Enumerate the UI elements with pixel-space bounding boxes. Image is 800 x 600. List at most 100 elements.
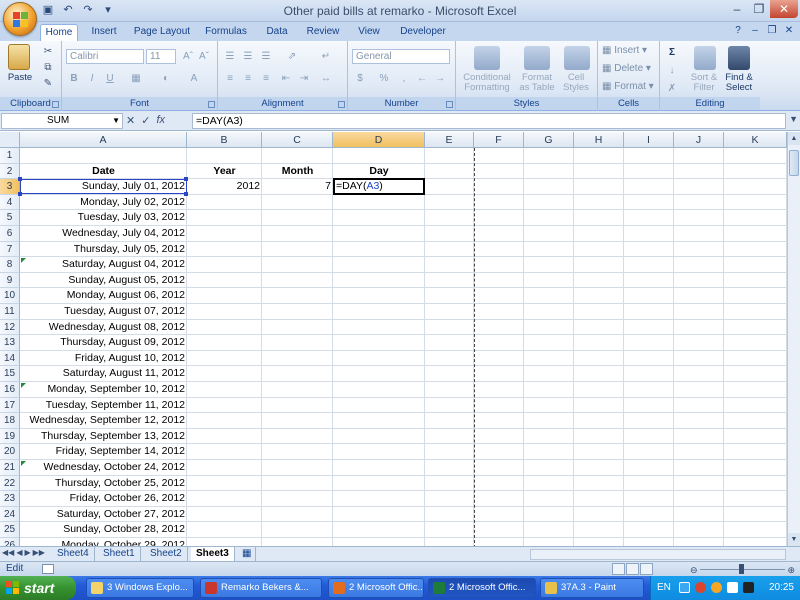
- align-middle-icon[interactable]: ☰: [240, 49, 256, 64]
- align-left-icon[interactable]: ≡: [222, 71, 238, 86]
- task-microsoft-office-2[interactable]: 2 Microsoft Offic...: [428, 578, 536, 598]
- cell-date[interactable]: Thursday, July 05, 2012: [20, 242, 187, 257]
- cell-date[interactable]: Thursday, September 13, 2012: [20, 429, 187, 444]
- row-header-6[interactable]: 6: [0, 226, 20, 242]
- delete-cells-button[interactable]: ▦ Delete ▾: [602, 63, 651, 74]
- row-header-16[interactable]: 16: [0, 382, 20, 398]
- tray-network-icon[interactable]: [727, 582, 738, 593]
- task-remarko-bekers[interactable]: Remarko Bekers &...: [200, 578, 322, 598]
- insert-cells-button[interactable]: ▦ Insert ▾: [602, 45, 647, 56]
- cancel-icon[interactable]: ✕: [126, 114, 135, 127]
- copy-icon[interactable]: ⧉: [40, 60, 56, 75]
- insert-function-icon[interactable]: fx: [156, 114, 165, 127]
- cell-c2-month-header[interactable]: Month: [262, 164, 333, 179]
- task-paint[interactable]: 37A.3 - Paint: [540, 578, 644, 598]
- error-indicator-icon[interactable]: [21, 461, 26, 466]
- last-sheet-icon[interactable]: ▶▶: [33, 548, 45, 557]
- active-cell-d3-editor[interactable]: =DAY(A3): [333, 178, 425, 196]
- row-header-7[interactable]: 7: [0, 241, 20, 258]
- column-header-a[interactable]: A: [20, 132, 187, 148]
- percent-icon[interactable]: %: [376, 71, 392, 86]
- column-header-g[interactable]: G: [524, 132, 574, 148]
- sort-filter-button[interactable]: Sort & Filter: [686, 73, 722, 93]
- cell-date[interactable]: Tuesday, August 07, 2012: [20, 304, 187, 319]
- row-header-2[interactable]: 2: [0, 163, 20, 180]
- comma-style-icon[interactable]: ,: [396, 71, 412, 86]
- close-icon[interactable]: ✕: [770, 0, 798, 18]
- sheet-tab-sheet1[interactable]: Sheet1: [98, 547, 141, 561]
- font-size-box[interactable]: 11: [146, 49, 176, 64]
- font-name-box[interactable]: Calibri: [66, 49, 144, 64]
- row-header-21[interactable]: 21: [0, 460, 20, 476]
- tab-view[interactable]: View: [354, 24, 384, 41]
- tray-app-icon[interactable]: [679, 582, 690, 593]
- increase-indent-icon[interactable]: ⇥: [296, 71, 312, 86]
- ribbon-restore-icon[interactable]: ❐: [765, 24, 779, 38]
- cell-styles-button[interactable]: Cell Styles: [558, 73, 594, 93]
- task-windows-explorer[interactable]: 3 Windows Explo...: [86, 578, 194, 598]
- start-button[interactable]: start: [0, 576, 76, 600]
- row-header-20[interactable]: 20: [0, 444, 20, 460]
- cell-date[interactable]: Saturday, October 27, 2012: [20, 507, 187, 522]
- tab-developer[interactable]: Developer: [398, 24, 448, 41]
- zoom-knob[interactable]: [739, 564, 744, 574]
- cell-b3-year[interactable]: 2012: [187, 179, 262, 194]
- range-handle[interactable]: [184, 177, 188, 182]
- align-right-icon[interactable]: ≡: [258, 71, 274, 86]
- tab-review[interactable]: Review: [304, 24, 342, 41]
- sheet-tab-sheet4[interactable]: Sheet4: [52, 547, 95, 561]
- task-microsoft-office-1[interactable]: 2 Microsoft Offic...: [328, 578, 424, 598]
- underline-icon[interactable]: U: [102, 71, 118, 86]
- name-box[interactable]: SUM ▼: [1, 113, 123, 129]
- row-header-11[interactable]: 11: [0, 304, 20, 320]
- dialog-launcher-icon[interactable]: [446, 101, 453, 108]
- row-header-3[interactable]: 3: [0, 179, 20, 195]
- cell-date[interactable]: Wednesday, July 04, 2012: [20, 226, 187, 241]
- sort-filter-icon[interactable]: [694, 46, 716, 70]
- cell-date[interactable]: Monday, August 06, 2012: [20, 288, 187, 303]
- cell-date[interactable]: Wednesday, October 24, 2012: [20, 460, 187, 475]
- row-header-5[interactable]: 5: [0, 210, 20, 226]
- column-header-b[interactable]: B: [187, 132, 262, 148]
- cell-date[interactable]: Friday, September 14, 2012: [20, 444, 187, 459]
- vertical-scrollbar[interactable]: ▲ ▼: [787, 132, 800, 546]
- tab-formulas[interactable]: Formulas: [202, 24, 250, 41]
- conditional-formatting-icon[interactable]: [474, 46, 500, 70]
- range-handle[interactable]: [184, 192, 188, 197]
- help-icon[interactable]: ?: [731, 24, 745, 38]
- error-indicator-icon[interactable]: [21, 258, 26, 264]
- cell-date[interactable]: Saturday, August 11, 2012: [20, 366, 187, 381]
- row-header-8[interactable]: 8: [0, 257, 20, 273]
- scroll-down-icon[interactable]: ▼: [788, 533, 800, 546]
- cell-date[interactable]: Saturday, August 04, 2012: [20, 257, 187, 272]
- column-header-f[interactable]: F: [474, 132, 524, 148]
- cell-date[interactable]: Wednesday, September 12, 2012: [20, 413, 187, 428]
- number-format-box[interactable]: General: [352, 49, 450, 64]
- cell-date[interactable]: Friday, August 10, 2012: [20, 351, 187, 366]
- cell-date[interactable]: Tuesday, September 11, 2012: [20, 398, 187, 413]
- cell-a2-date-header[interactable]: Date: [20, 164, 187, 179]
- dialog-launcher-icon[interactable]: [208, 101, 215, 108]
- range-handle[interactable]: [18, 177, 22, 182]
- format-as-table-icon[interactable]: [524, 46, 550, 70]
- paste-icon[interactable]: [8, 44, 30, 70]
- ribbon-close-icon[interactable]: ✕: [782, 24, 796, 38]
- column-header-j[interactable]: J: [674, 132, 724, 148]
- chevron-down-icon[interactable]: ▼: [112, 114, 120, 128]
- cell-date[interactable]: Monday, September 10, 2012: [20, 382, 187, 397]
- enter-icon[interactable]: ✓: [141, 114, 150, 127]
- row-header-12[interactable]: 12: [0, 319, 20, 336]
- scroll-up-icon[interactable]: ▲: [788, 132, 800, 145]
- tab-home[interactable]: Home: [40, 24, 78, 41]
- format-painter-icon[interactable]: ✎: [40, 76, 56, 91]
- tab-page-layout[interactable]: Page Layout: [132, 24, 192, 41]
- cell-date[interactable]: Monday, July 02, 2012: [20, 195, 187, 210]
- cell-date[interactable]: Tuesday, July 03, 2012: [20, 210, 187, 225]
- font-color-icon[interactable]: A: [186, 71, 202, 86]
- decrease-indent-icon[interactable]: ⇤: [278, 71, 294, 86]
- range-handle[interactable]: [18, 192, 22, 197]
- cell-date[interactable]: Sunday, August 05, 2012: [20, 273, 187, 288]
- decrease-decimal-icon[interactable]: →: [432, 71, 448, 86]
- tab-insert[interactable]: Insert: [86, 24, 122, 41]
- zoom-in-icon[interactable]: ⊕: [787, 563, 795, 577]
